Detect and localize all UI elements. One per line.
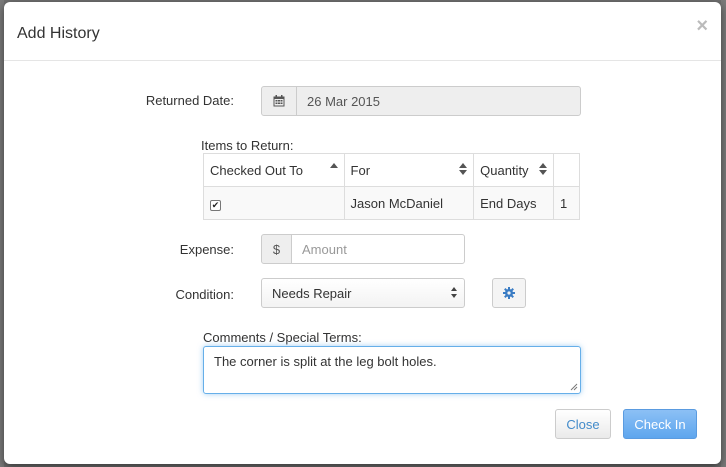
condition-label: Condition: [175,287,234,302]
expense-amount-input[interactable]: Amount [291,234,465,264]
modal-header: Add History × [4,2,721,61]
sort-icon [459,163,468,177]
add-history-modal: Add History × Returned Date: 26 Mar 2015… [4,2,721,464]
extra-cell: 1 [553,186,580,220]
condition-select[interactable]: Needs Repair [261,278,465,308]
gear-icon [503,287,515,299]
close-button[interactable]: Close [555,409,611,439]
comments-label: Comments / Special Terms: [203,330,362,345]
column-header-checked-out-to[interactable]: Checked Out To [203,153,345,187]
dollar-icon: $ [261,234,292,264]
column-header-quantity[interactable]: Quantity [473,153,555,187]
comments-textarea[interactable]: The corner is split at the leg bolt hole… [203,346,581,394]
for-cell: Jason McDaniel [343,186,475,220]
sort-asc-icon [329,163,338,177]
expense-label: Expense: [179,242,234,257]
column-header-extra [553,153,580,187]
items-table: Checked Out To For Quantity ✔ Jason McDa… [203,153,580,220]
row-checkbox-cell: ✔ [203,186,345,220]
quantity-cell: End Days [473,186,555,220]
row-checkbox[interactable]: ✔ [210,199,221,211]
sort-icon [539,163,548,177]
resize-handle-icon[interactable] [570,383,578,391]
returned-date-field[interactable]: 26 Mar 2015 [296,86,581,116]
calendar-button[interactable] [261,86,297,116]
column-header-for[interactable]: For [343,153,475,187]
returned-date-label: Returned Date: [145,93,234,108]
modal-title: Add History [17,25,100,42]
close-icon[interactable]: × [696,16,708,36]
table-row: ✔ Jason McDaniel End Days 1 [203,186,580,220]
items-to-return-label: Items to Return: [201,138,294,153]
background-page-right [721,0,726,467]
check-in-button[interactable]: Check In [623,409,697,439]
calendar-icon [273,95,285,107]
condition-settings-button[interactable] [492,278,526,308]
select-arrows-icon [451,287,457,299]
